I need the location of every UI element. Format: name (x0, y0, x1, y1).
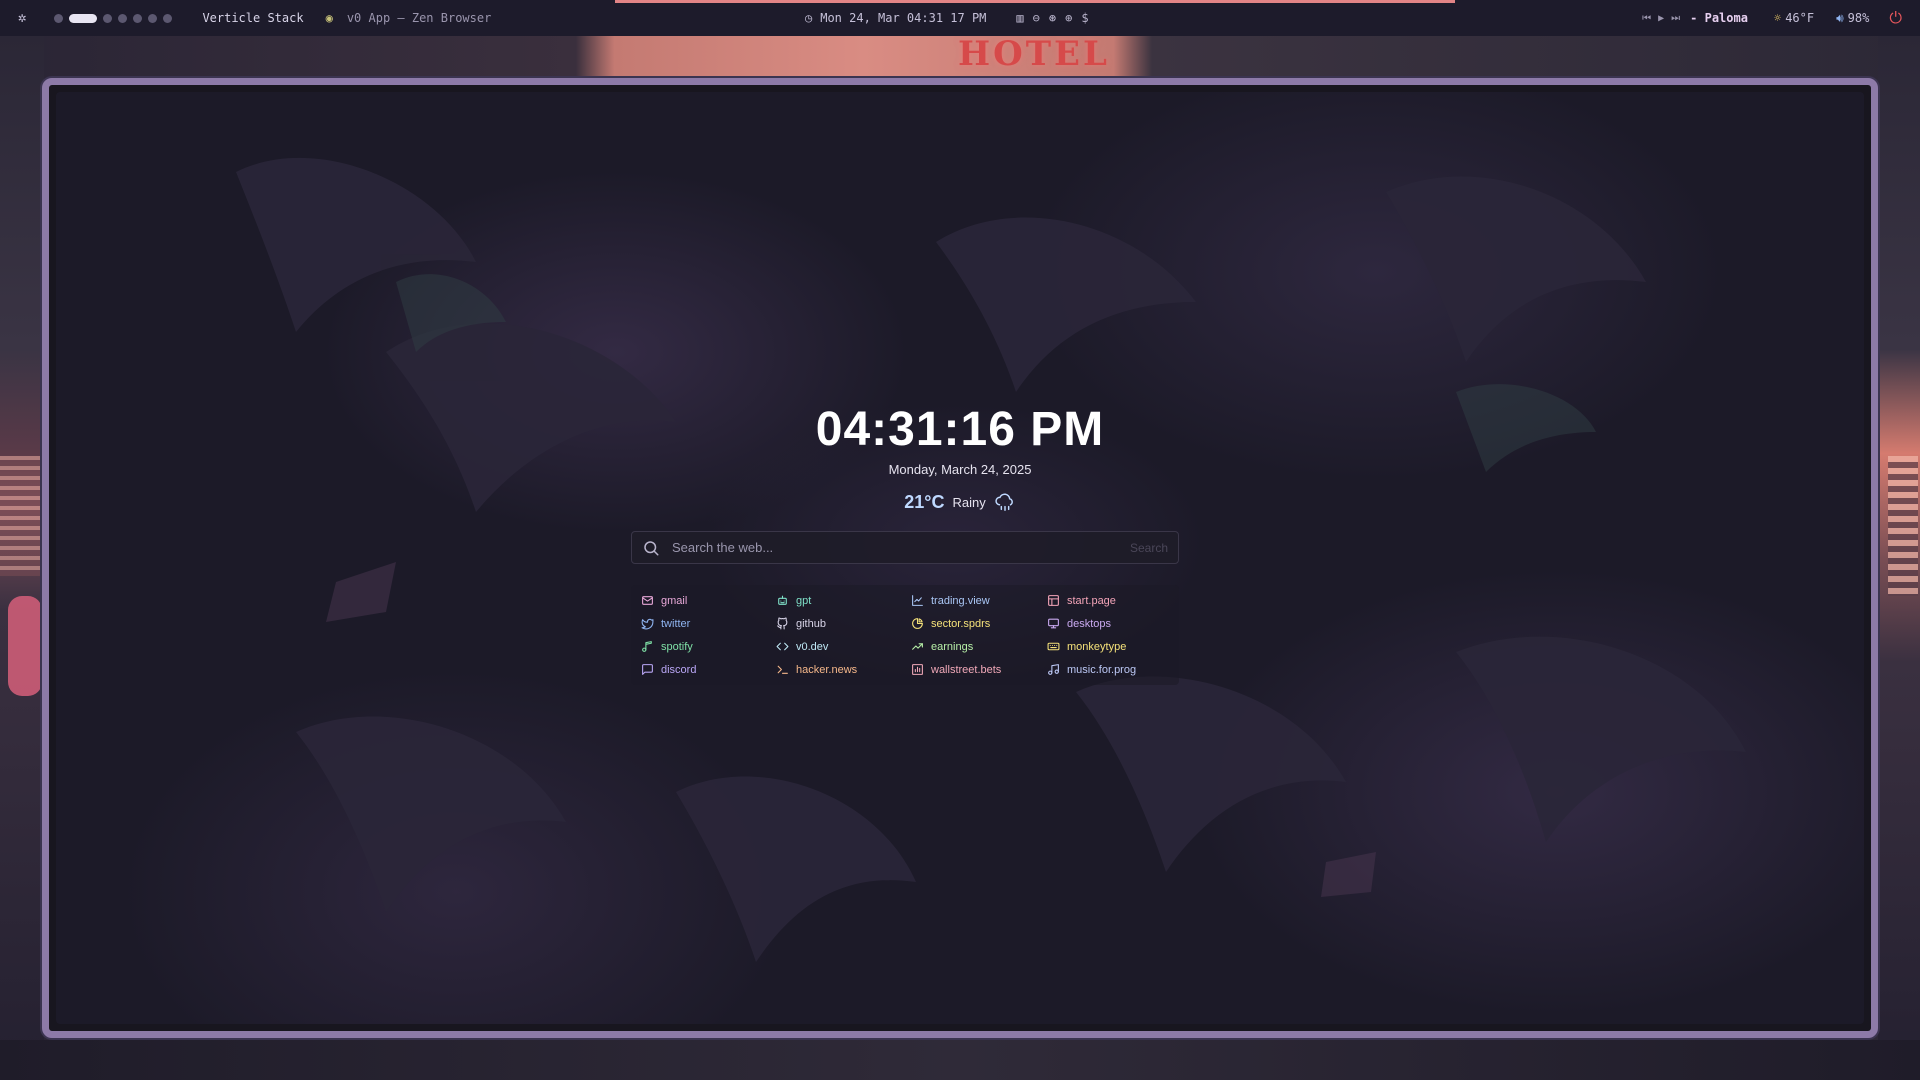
launcher-icon[interactable]: ✲ (18, 10, 26, 26)
quick-link-label: github (796, 617, 826, 630)
quick-link-label: start.page (1067, 594, 1116, 607)
search-input[interactable] (660, 532, 1130, 563)
workspace-name: Verticle Stack (202, 11, 304, 25)
crypto-price[interactable]: $ (1081, 11, 1088, 25)
quick-link-label: hacker.news (796, 663, 858, 676)
quick-link-label: discord (661, 663, 697, 676)
quick-link-label: gmail (661, 594, 688, 607)
disk-icon[interactable]: ⊛ (1049, 11, 1056, 25)
browser-window: 04:31:16 PM Monday, March 24, 2025 21°C … (42, 78, 1878, 1038)
workspace-dot[interactable] (103, 13, 113, 23)
quick-link-start-page[interactable]: start.page (1047, 589, 1189, 612)
quick-link-label: trading.view (931, 594, 990, 607)
now-playing[interactable]: - Paloma (1690, 11, 1748, 25)
robot-icon (778, 595, 787, 605)
quick-link-gpt[interactable]: gpt (776, 589, 911, 612)
wallpaper-left-strip (0, 36, 44, 1080)
quick-link-label: monkeytype (1067, 640, 1127, 653)
quick-link-label: desktops (1067, 617, 1112, 630)
quick-link-trading-view[interactable]: trading.view (911, 589, 1047, 612)
quick-link-spotify[interactable]: spotify (641, 635, 776, 658)
quick-link-label: twitter (661, 617, 691, 630)
quick-link-discord[interactable]: discord (641, 658, 776, 681)
weather-temp[interactable]: 46°F (1785, 11, 1814, 25)
memory-icon[interactable]: ⊖ (1033, 11, 1040, 25)
active-window-icon: ◉ (325, 11, 333, 25)
wallpaper-right-strip (1878, 36, 1920, 1080)
layout-icon (1048, 595, 1059, 606)
globe-icon[interactable]: ⊕ (1065, 11, 1072, 25)
workspace-indicator[interactable] (54, 13, 173, 23)
weather-condition: Rainy (952, 494, 986, 510)
quick-link-label: wallstreet.bets (931, 663, 1002, 676)
quick-link-sector-spdrs[interactable]: sector.spdrs (911, 612, 1047, 635)
rain-cloud-icon (995, 493, 1013, 511)
sun-icon: ☼ (1773, 11, 1782, 25)
code-icon (776, 642, 789, 651)
quick-link-label: v0.dev (796, 640, 829, 653)
play-icon[interactable]: ▶ (1658, 13, 1664, 24)
hotel-neon-sign: HOTEL (958, 34, 1110, 74)
quick-link-label: sector.spdrs (931, 617, 991, 630)
clock-icon: ◷ (805, 11, 813, 25)
workspace-dot[interactable] (148, 13, 158, 23)
quick-link-twitter[interactable]: twitter (641, 612, 776, 635)
mail-icon (642, 596, 653, 605)
quick-link-v0-dev[interactable]: v0.dev (776, 635, 911, 658)
quick-link-label: gpt (796, 594, 812, 607)
workspace-dot[interactable] (133, 13, 143, 23)
quick-link-monkeytype[interactable]: monkeytype (1047, 635, 1189, 658)
media-controls: ⏮ ▶ ⏭ (1642, 13, 1680, 24)
quick-link-earnings[interactable]: earnings (911, 635, 1047, 658)
quick-link-desktops[interactable]: desktops (1047, 612, 1189, 635)
active-window-title: v0 App — Zen Browser (346, 11, 492, 25)
quick-link-hacker-news[interactable]: hacker.news (776, 658, 911, 681)
trending-up-icon (912, 643, 923, 650)
weather-temperature: 21°C (904, 491, 945, 512)
message-icon (642, 664, 653, 675)
quick-links-grid: gmail gpt trading.view start.page twitter git… (631, 585, 1179, 685)
power-icon[interactable]: ⏻ (1889, 8, 1902, 28)
monitor-icon (1048, 618, 1059, 629)
pie-chart-icon (912, 618, 923, 629)
search-button[interactable]: Search (1130, 541, 1168, 555)
previous-track-icon[interactable]: ⏮ (1642, 13, 1651, 24)
search-icon (644, 540, 659, 555)
volume-level[interactable]: 98% (1848, 11, 1870, 25)
workspace-dot[interactable] (118, 13, 128, 23)
startpage-clock: 04:31:16 PM (815, 403, 1105, 456)
wallpaper-bottom-strip (0, 1040, 1920, 1080)
search-bar: Search (631, 531, 1179, 564)
workspace-dot[interactable] (163, 13, 173, 23)
quick-link-label: earnings (931, 640, 974, 653)
bar-chart-icon (912, 664, 923, 675)
workspace-dot[interactable] (54, 13, 64, 23)
workspace-dot-active[interactable] (69, 13, 98, 23)
weather-widget: 21°C Rainy (56, 491, 1864, 513)
topbar-clock[interactable]: Mon 24, Mar 04:31 17 PM (820, 11, 986, 25)
quick-link-label: spotify (661, 640, 693, 653)
volume-icon[interactable]: 🔊︎ (1836, 11, 1844, 26)
quick-link-label: music.for.prog (1067, 663, 1137, 676)
github-icon (777, 617, 788, 630)
quick-link-wallstreet-bets[interactable]: wallstreet.bets (911, 658, 1047, 681)
quick-link-music-for-prog[interactable]: music.for.prog (1047, 658, 1189, 681)
music-note-icon (642, 641, 652, 652)
quick-link-github[interactable]: github (776, 612, 911, 635)
music-icon (1048, 664, 1059, 675)
startpage: 04:31:16 PM Monday, March 24, 2025 21°C … (56, 92, 1864, 1024)
top-status-bar: ✲ Verticle Stack ◉ v0 App — Zen Browser … (0, 0, 1920, 36)
next-track-icon[interactable]: ⏭ (1671, 13, 1680, 24)
startpage-date: Monday, March 24, 2025 (888, 462, 1032, 477)
keyboard-icon (1047, 642, 1060, 651)
twitter-icon (641, 618, 654, 630)
cpu-icon[interactable]: ▥ (1016, 11, 1023, 25)
quick-link-gmail[interactable]: gmail (641, 589, 776, 612)
terminal-icon (777, 665, 788, 674)
line-chart-icon (912, 595, 923, 606)
